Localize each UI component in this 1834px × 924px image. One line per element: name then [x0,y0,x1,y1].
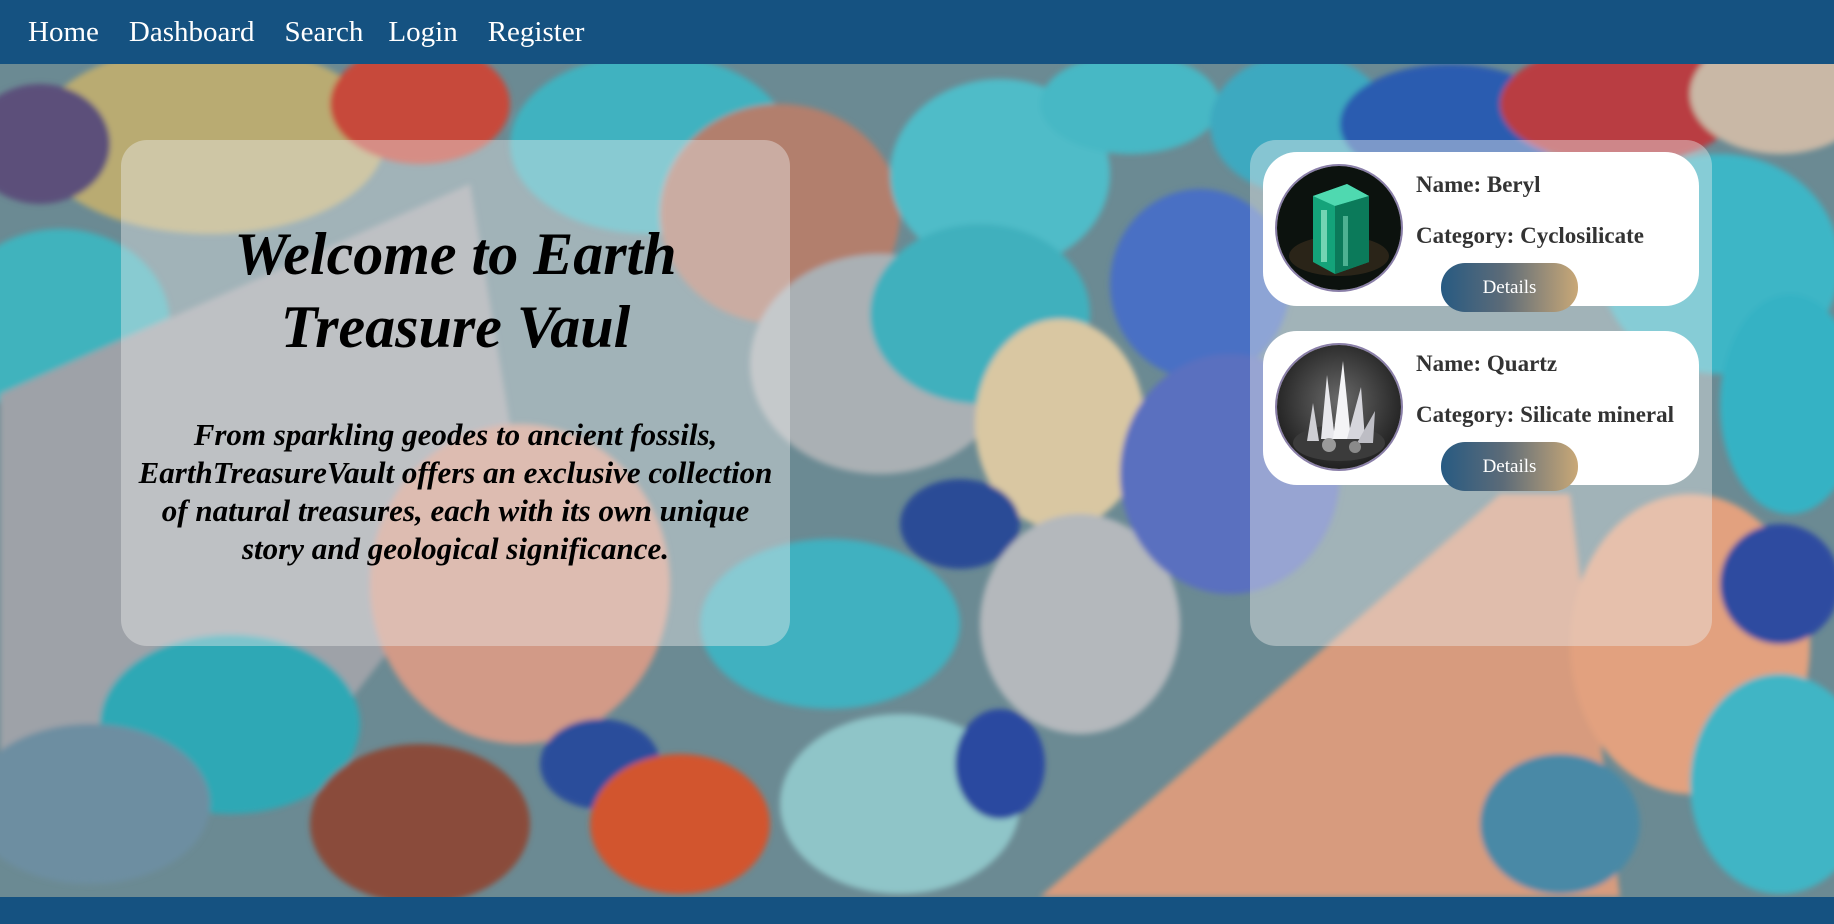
item-category: Category: Cyclosilicate [1416,223,1645,248]
emerald-crystal-image [1275,164,1403,292]
item-category: Category: Silicate mineral [1416,402,1675,427]
featured-items-panel: Name: Beryl Category: Cyclosilicate Deta… [1250,140,1712,646]
welcome-panel: Welcome to Earth Treasure Vaul From spar… [121,140,790,646]
nav-login-link[interactable]: Login [388,17,457,47]
nav-home-link[interactable]: Home [28,17,99,47]
item-name: Name: Beryl [1416,172,1541,197]
nav-search-link[interactable]: Search [285,17,364,47]
nav-register-link[interactable]: Register [488,17,585,47]
top-navbar: Home Dashboard Search Login Register [0,0,1834,64]
item-name: Name: Quartz [1416,351,1558,376]
item-card-quartz: Name: Quartz Category: Silicate mineral … [1263,331,1699,491]
welcome-title: Welcome to Earth Treasure Vaul [234,221,677,360]
item-card-beryl: Name: Beryl Category: Cyclosilicate Deta… [1263,152,1699,312]
welcome-description: From sparkling geodes to ancient fossils… [138,417,773,566]
quartz-crystal-image [1275,343,1403,471]
nav-dashboard-link[interactable]: Dashboard [129,17,255,47]
details-button[interactable]: Details [1441,442,1578,491]
details-button[interactable]: Details [1441,263,1578,312]
footer-bar [0,897,1834,924]
